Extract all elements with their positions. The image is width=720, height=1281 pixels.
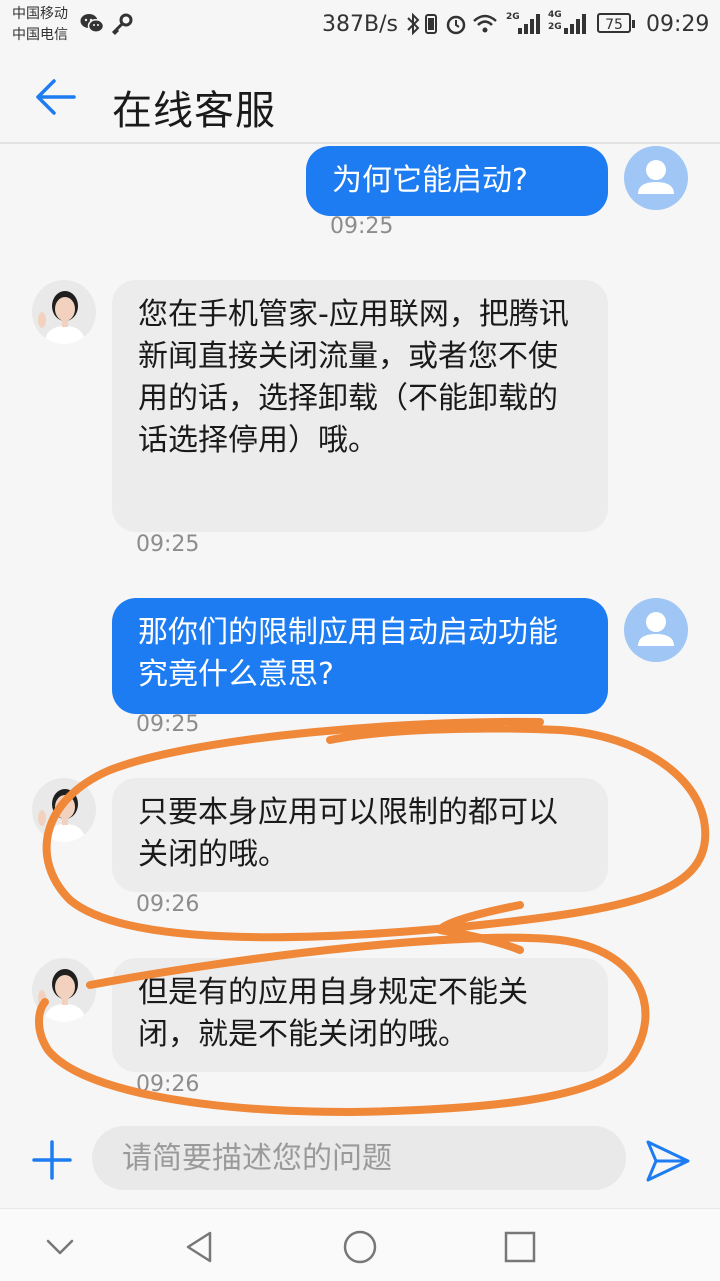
circle-home-icon[interactable] [340, 1227, 380, 1267]
signal-2-type-b: 2G [548, 22, 562, 32]
arrow-left-icon[interactable] [30, 72, 80, 122]
signal-1-icon [518, 14, 540, 34]
person-icon [638, 612, 674, 646]
status-bar: 中国移动 中国电信 387B/s 2G 4G 2G 75 09:29 [0, 0, 720, 50]
key-icon [111, 13, 133, 36]
person-icon [638, 160, 674, 194]
agent-portrait-icon [38, 789, 86, 842]
send-icon[interactable] [644, 1138, 692, 1184]
signal-2-type-a: 4G [548, 10, 562, 20]
user-avatar [624, 598, 688, 662]
message-time: 09:25 [136, 532, 200, 557]
message-time: 09:25 [136, 712, 200, 737]
message-time: 09:26 [136, 892, 200, 917]
vibrate-icon [425, 14, 437, 34]
title-bar: 在线客服 [0, 50, 720, 144]
user-avatar [624, 146, 688, 210]
chat-bubble-agent[interactable]: 您在手机管家-应用联网，把腾讯新闻直接关闭流量，或者您不使用的话，选择卸载（不能… [112, 280, 608, 532]
battery-indicator: 75 [597, 13, 635, 33]
triangle-back-icon[interactable] [180, 1227, 220, 1267]
wechat-icon [80, 14, 104, 33]
bluetooth-icon [407, 12, 420, 36]
message-time: 09:26 [136, 1072, 200, 1097]
agent-avatar [32, 958, 96, 1022]
message-time: 09:25 [330, 214, 394, 239]
chat-bubble-user[interactable]: 为何它能启动? [306, 146, 608, 216]
alarm-icon [446, 15, 466, 35]
chat-bubble-agent[interactable]: 但是有的应用自身规定不能关闭，就是不能关闭的哦。 [112, 958, 608, 1072]
agent-avatar [32, 280, 96, 344]
carrier-2: 中国电信 [12, 27, 68, 43]
system-nav-bar [0, 1208, 720, 1281]
agent-portrait-icon [38, 969, 86, 1022]
chat-bubble-user[interactable]: 那你们的限制应用自动启动功能究竟什么意思? [112, 598, 608, 714]
net-speed: 387B/s [322, 12, 398, 37]
wifi-icon [473, 14, 497, 33]
status-clock: 09:29 [646, 12, 710, 37]
agent-portrait-icon [38, 291, 86, 344]
square-recents-icon[interactable] [500, 1227, 540, 1267]
message-input[interactable] [92, 1126, 626, 1190]
plus-icon[interactable] [30, 1138, 74, 1182]
chat-bubble-agent[interactable]: 只要本身应用可以限制的都可以关闭的哦。 [112, 778, 608, 892]
chevron-down-icon[interactable] [40, 1227, 80, 1267]
signal-2-icon [564, 14, 586, 34]
carrier-1: 中国移动 [12, 6, 68, 22]
page-title: 在线客服 [112, 88, 276, 134]
agent-avatar [32, 778, 96, 842]
